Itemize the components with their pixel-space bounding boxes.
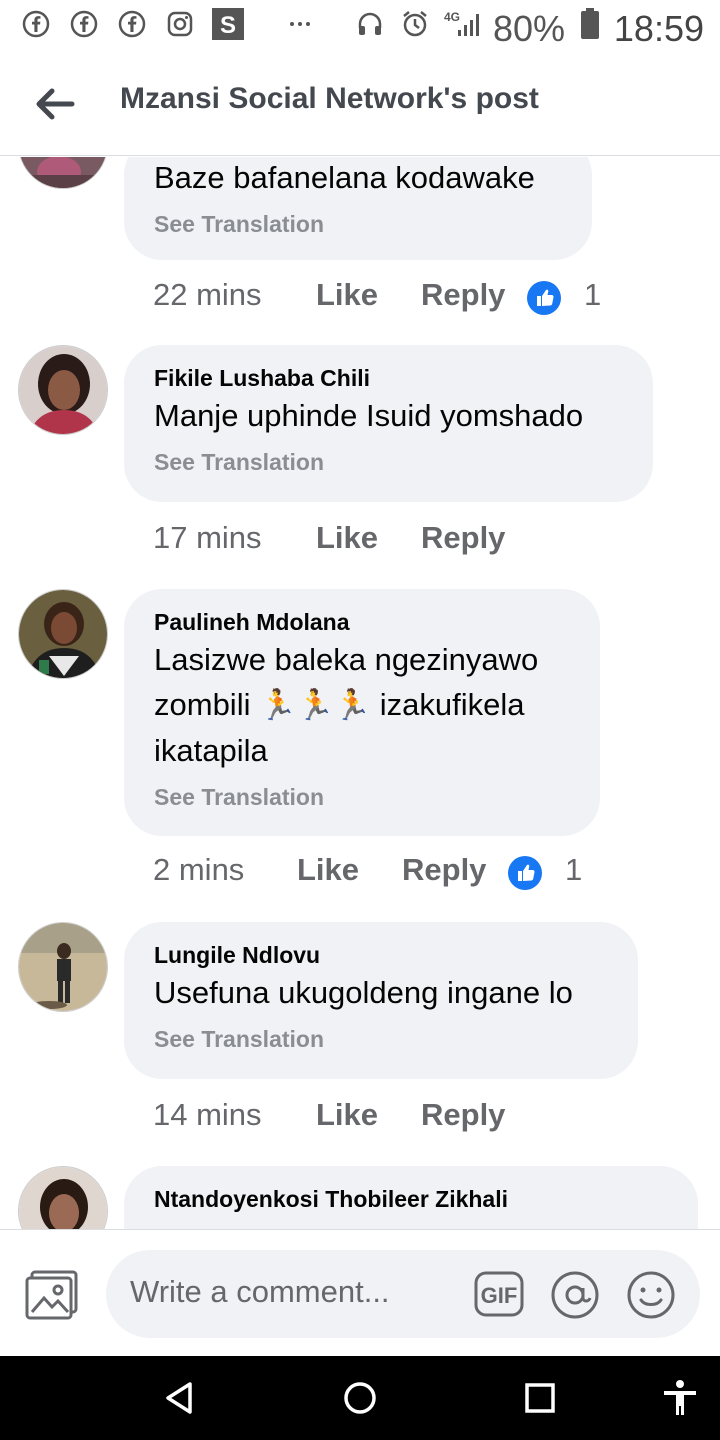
comment-author[interactable]: Lungile Ndlovu [154, 940, 608, 970]
comment-text-line: zombili 🏃🏃🏃 izakufikela [154, 682, 570, 728]
comment-author[interactable]: Fikile Lushaba Chili [154, 363, 623, 393]
comment-text-fragment: zombili [154, 687, 251, 722]
system-nav-bar [0, 1356, 720, 1440]
home-nav-icon[interactable] [340, 1378, 380, 1418]
reply-button[interactable]: Reply [421, 520, 505, 556]
comment-time: 22 mins [153, 277, 262, 312]
avatar[interactable] [18, 345, 108, 435]
reply-button[interactable]: Reply [421, 277, 505, 313]
like-reaction-icon [527, 281, 561, 315]
like-button[interactable]: Like [316, 277, 378, 313]
comment-text-line: ikatapila [154, 733, 268, 768]
photo-icon[interactable] [24, 1268, 80, 1320]
comment-text: Usefuna ukugoldeng ingane lo [154, 975, 573, 1010]
comment-bubble[interactable]: Baze bafanelana kodawake See Translation [124, 157, 592, 260]
comment-bubble[interactable]: Ntandoyenkosi Thobileer Zikhali [124, 1166, 698, 1229]
see-translation-link[interactable]: See Translation [154, 446, 623, 478]
app-header: Mzansi Social Network's post [0, 56, 720, 156]
comment-composer: Write a comment... GIF [0, 1229, 720, 1356]
reply-button[interactable]: Reply [421, 1097, 505, 1133]
comment-actions: 14 mins Like Reply [153, 1097, 713, 1141]
back-arrow-icon[interactable] [28, 78, 80, 130]
accessibility-icon[interactable] [660, 1378, 700, 1418]
facebook-icon [22, 10, 50, 38]
comment-input[interactable]: Write a comment... GIF [106, 1250, 700, 1338]
like-button[interactable]: Like [316, 520, 378, 556]
comment-actions: 17 mins Like Reply [153, 520, 713, 564]
see-translation-link[interactable]: See Translation [154, 1023, 608, 1055]
comment-text-fragment: izakufikela [379, 687, 525, 722]
comment-actions: 2 mins Like Reply 1 [153, 852, 713, 896]
comment-author[interactable]: Paulineh Mdolana [154, 607, 570, 637]
comment-text-line: Lasizwe baleka ngezinyawo [154, 642, 539, 677]
gif-icon[interactable]: GIF [474, 1270, 524, 1318]
more-icon [290, 22, 310, 26]
like-button[interactable]: Like [316, 1097, 378, 1133]
comment-bubble[interactable]: Paulineh Mdolana Lasizwe baleka ngezinya… [124, 589, 600, 836]
avatar[interactable] [18, 157, 108, 189]
headset-icon [358, 12, 382, 35]
status-bar: S 4G 80% 18:59 [0, 0, 720, 56]
avatar[interactable] [18, 1166, 108, 1229]
s-app-icon: S [212, 8, 244, 40]
mention-icon[interactable] [550, 1270, 600, 1320]
reaction-count[interactable]: 1 [565, 852, 582, 888]
instagram-icon [167, 11, 193, 37]
comment-text: Baze bafanelana kodawake [154, 160, 535, 195]
clock: 18:59 [613, 8, 704, 49]
alarm-icon [403, 11, 427, 37]
comment-input-placeholder: Write a comment... [130, 1274, 390, 1309]
comment-bubble[interactable]: Fikile Lushaba Chili Manje uphinde Isuid… [124, 345, 653, 502]
comment-text: Manje uphinde Isuid yomshado [154, 398, 584, 433]
facebook-icon [118, 10, 146, 38]
facebook-icon [70, 10, 98, 38]
battery-percent: 80% [493, 8, 566, 49]
like-reaction-icon [508, 856, 542, 890]
battery-icon [581, 8, 599, 39]
comment-bubble[interactable]: Lungile Ndlovu Usefuna ukugoldeng ingane… [124, 922, 638, 1079]
comments-list[interactable]: Baze bafanelana kodawake See Translation… [0, 157, 720, 1229]
reaction-count[interactable]: 1 [584, 277, 601, 313]
comment-time: 14 mins [153, 1097, 262, 1132]
comment-author[interactable]: Ntandoyenkosi Thobileer Zikhali [154, 1184, 668, 1214]
emoji-icon[interactable] [626, 1270, 676, 1320]
page-title: Mzansi Social Network's post [120, 82, 539, 115]
like-button[interactable]: Like [297, 852, 359, 888]
avatar[interactable] [18, 589, 108, 679]
see-translation-link[interactable]: See Translation [154, 781, 570, 813]
comment-time: 17 mins [153, 520, 262, 555]
reply-button[interactable]: Reply [402, 852, 486, 888]
recents-nav-icon[interactable] [520, 1378, 560, 1418]
gif-label: GIF [481, 1283, 518, 1308]
back-nav-icon[interactable] [160, 1378, 200, 1418]
signal-icon [458, 14, 479, 36]
see-translation-link[interactable]: See Translation [154, 208, 562, 240]
avatar[interactable] [18, 922, 108, 1012]
svg-text:S: S [220, 12, 236, 39]
comment-actions: 22 mins Like Reply 1 [153, 277, 713, 321]
running-emoji: 🏃🏃🏃 [259, 688, 372, 723]
comment-time: 2 mins [153, 852, 245, 887]
